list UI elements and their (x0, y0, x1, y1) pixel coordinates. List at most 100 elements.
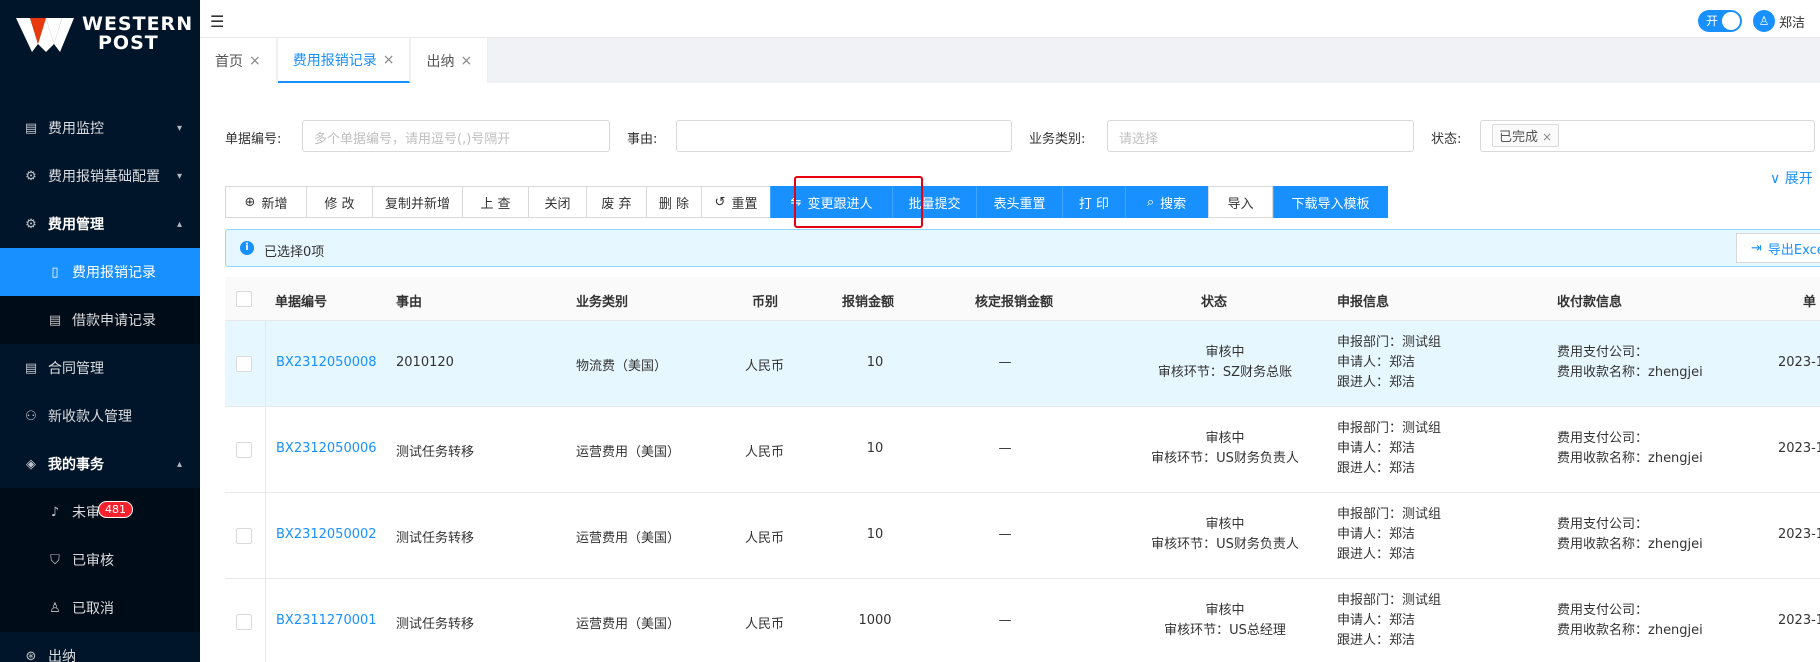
main-content: 单据编号: 多个单据编号，请用逗号(,)号隔开 事由: 业务类别: 请选择 状态… (200, 83, 1820, 662)
status-cell: 审核中 审核环节：US财务负责人 (1135, 515, 1315, 555)
doc-no-input[interactable]: 多个单据编号，请用逗号(,)号隔开 (302, 120, 610, 152)
sidebar-item-my-tasks[interactable]: ◈ 我的事务 ▴ (0, 440, 200, 488)
search-button[interactable]: ⌕ 搜索 (1125, 186, 1208, 218)
payment-info-cell: 费用支付公司： 费用收款名称：zhengjei (1557, 515, 1703, 555)
status-stage: 审核环节：US财务负责人 (1151, 537, 1299, 552)
sidebar-item-base-config[interactable]: ⚙ 费用报销基础配置 ▾ (0, 152, 200, 200)
pay-company: 费用支付公司： (1557, 431, 1649, 446)
biz-category-cell: 运营费用（美国） (576, 617, 681, 632)
expand-link[interactable]: ∨ 展开 (1770, 168, 1813, 188)
chevron-down-icon: ▾ (176, 170, 182, 182)
status-stage: 审核环节：US总经理 (1164, 623, 1286, 638)
col-declare-info[interactable]: 申报信息 (1337, 291, 1389, 310)
col-biz-category[interactable]: 业务类别 (576, 291, 628, 310)
sidebar-item-label: 费用报销记录 (72, 265, 156, 281)
approved-amount-cell: — (998, 613, 1012, 628)
col-currency[interactable]: 币别 (752, 291, 778, 310)
amount-cell: 1000 (858, 613, 892, 628)
doc-no-placeholder: 多个单据编号，请用逗号(,)号隔开 (314, 132, 511, 147)
col-date[interactable]: 单 (1803, 291, 1816, 310)
pending-count-badge: 481 (98, 501, 133, 518)
edit-button[interactable]: 修 改 (306, 186, 373, 218)
row-checkbox[interactable] (236, 442, 252, 458)
tag-icon: ◈ (26, 456, 36, 472)
records-table: 单据编号 事由 业务类别 币别 报销金额 核定报销金额 状态 申报信息 收付款信… (225, 277, 1820, 662)
menu-fold-icon[interactable]: ☰ (210, 12, 224, 31)
col-amount[interactable]: 报销金额 (842, 291, 894, 310)
col-status[interactable]: 状态 (1201, 291, 1227, 310)
copy-add-label: 复制并新增 (384, 196, 450, 212)
reason-cell: 测试任务转移 (396, 617, 475, 632)
table-row[interactable]: BX2312050006 测试任务转移 运营费用（美国） 人民币 10 — 审核… (225, 407, 1820, 493)
status-select[interactable]: 已完成 × (1480, 120, 1815, 152)
discard-label: 废 弃 (601, 196, 632, 212)
sidebar-item-expense-management[interactable]: ⚙ 费用管理 ▴ (0, 200, 200, 248)
sidebar-item-cashier[interactable]: ⊛ 出纳 (0, 632, 200, 662)
reason-label: 事由: (627, 132, 658, 147)
file-icon: ▯ (51, 264, 59, 280)
table-row[interactable]: BX2312050002 测试任务转移 运营费用（美国） 人民币 10 — 审核… (225, 493, 1820, 579)
col-reason[interactable]: 事由 (396, 291, 422, 310)
doc-no-link[interactable]: BX2311270001 (276, 613, 377, 628)
doc-no-link[interactable]: BX2312050008 (276, 355, 377, 370)
download-template-button[interactable]: 下载导入模板 (1273, 186, 1388, 218)
sidebar-item-label: 新收款人管理 (48, 409, 132, 425)
row-checkbox[interactable] (236, 614, 252, 630)
close-icon[interactable]: × (383, 52, 395, 68)
table-row[interactable]: BX2311270001 测试任务转移 运营费用（美国） 人民币 1000 — … (225, 579, 1820, 662)
sidebar-item-pending[interactable]: ♪ 未审 481 (0, 488, 200, 536)
col-doc-no[interactable]: 单据编号 (275, 291, 327, 310)
biz-category-label: 业务类别: (1029, 132, 1086, 147)
avatar[interactable]: ♙ (1753, 10, 1775, 32)
row-checkbox[interactable] (236, 528, 252, 544)
biz-category-select[interactable]: 请选择 (1107, 120, 1414, 152)
close-icon[interactable]: × (249, 53, 261, 69)
mode-toggle[interactable]: 开 (1698, 10, 1742, 32)
reason-input[interactable] (676, 120, 1012, 152)
declare-info-cell: 申报部门：测试组 申请人：郑洁 跟进人：郑洁 (1337, 333, 1441, 393)
header-reset-button[interactable]: 表头重置 (976, 186, 1063, 218)
close-icon[interactable]: × (1542, 130, 1552, 144)
sidebar-item-payees[interactable]: ⚇ 新收款人管理 (0, 392, 200, 440)
discard-button[interactable]: 废 弃 (586, 186, 647, 218)
doc-no-label: 单据编号: (225, 132, 282, 147)
tab-home[interactable]: 首页 × (200, 38, 277, 83)
edit-label: 修 改 (324, 196, 355, 212)
close-label: 关闭 (544, 196, 571, 212)
expand-label: 展开 (1784, 171, 1813, 187)
doc-no-link[interactable]: BX2312050006 (276, 441, 377, 456)
tab-expense-records[interactable]: 费用报销记录 × (277, 38, 411, 83)
sidebar-item-expense-records[interactable]: ▯ 费用报销记录 (0, 248, 200, 296)
sidebar-item-reviewed[interactable]: ⛉ 已审核 (0, 536, 200, 584)
sidebar-item-loan-records[interactable]: ▤ 借款申请记录 (0, 296, 200, 344)
col-approved-amount[interactable]: 核定报销金额 (975, 291, 1053, 310)
copy-add-button[interactable]: 复制并新增 (372, 186, 463, 218)
import-button[interactable]: 导入 (1208, 186, 1273, 218)
sidebar-item-cancelled[interactable]: ♙ 已取消 (0, 584, 200, 632)
gear-icon: ⚙ (25, 168, 37, 184)
sidebar-item-expense-monitor[interactable]: ▤ 费用监控 ▾ (0, 104, 200, 152)
print-button[interactable]: 打 印 (1062, 186, 1126, 218)
close-icon[interactable]: × (460, 53, 472, 69)
sidebar-item-label: 已取消 (72, 601, 114, 617)
sidebar-item-contracts[interactable]: ▤ 合同管理 (0, 344, 200, 392)
row-checkbox[interactable] (236, 356, 252, 372)
tab-cashier[interactable]: 出纳 × (411, 38, 489, 83)
table-row[interactable]: BX2312050008 2010120 物流费（美国） 人民币 10 — 审核… (225, 321, 1820, 407)
approved-amount-cell: — (998, 441, 1012, 456)
lookup-button[interactable]: 上 查 (462, 186, 529, 218)
add-button[interactable]: ⊕ 新增 (225, 186, 307, 218)
select-all-checkbox[interactable] (236, 291, 252, 307)
delete-button[interactable]: 删 除 (646, 186, 702, 218)
username[interactable]: 郑洁 (1779, 12, 1805, 31)
sidebar-item-label: 我的事务 (48, 457, 104, 473)
export-excel-button[interactable]: ⇥ 导出Excel (1736, 233, 1820, 263)
doc-no-link[interactable]: BX2312050002 (276, 527, 377, 542)
date-cell: 2023-1 (1778, 355, 1820, 370)
reset-button[interactable]: ↺ 重置 (701, 186, 771, 218)
info-icon: i (240, 241, 254, 255)
col-payment-info[interactable]: 收付款信息 (1557, 291, 1622, 310)
biz-category-cell: 运营费用（美国） (576, 445, 681, 460)
status-text: 审核中 (1205, 345, 1245, 360)
close-button[interactable]: 关闭 (528, 186, 587, 218)
